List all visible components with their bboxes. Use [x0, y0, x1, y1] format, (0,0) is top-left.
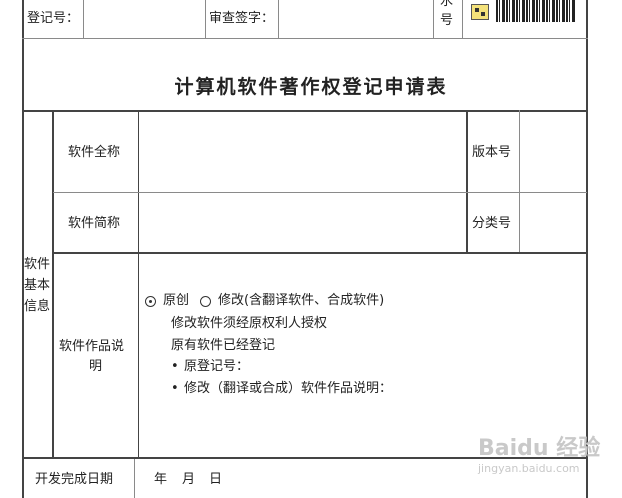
- version-field[interactable]: [521, 113, 585, 191]
- header-divider-3: [278, 0, 279, 38]
- section-label-2: 基本: [24, 278, 51, 293]
- form-title: 计算机软件著作权登记申请表: [174, 76, 448, 98]
- work-desc-label-2: 明: [89, 359, 103, 374]
- serial-label-2: 号: [440, 13, 454, 28]
- category-field[interactable]: [521, 194, 585, 252]
- work-desc-label-1: 软件作品说: [59, 339, 125, 354]
- option-original-label: 原创: [163, 293, 190, 308]
- day-label: 日: [209, 472, 223, 487]
- watermark-url: jingyan.baidu.com: [478, 462, 580, 475]
- note-registered: 原有软件已经登记: [171, 338, 276, 353]
- row2-bottom-line: [53, 252, 587, 254]
- version-label: 版本号: [472, 145, 512, 160]
- option-modified-label: 修改(含翻译软件、合成软件): [218, 293, 385, 308]
- section-label-3: 信息: [24, 299, 51, 314]
- year-label: 年: [154, 472, 168, 487]
- serial-label-1: 水: [440, 0, 454, 9]
- month-label: 月: [182, 472, 196, 487]
- short-name-label: 软件简称: [68, 216, 121, 231]
- bullet-icon: •: [171, 359, 179, 374]
- watermark-brand: Baidu 经验: [478, 436, 601, 461]
- bullet-mod-desc: 修改（翻译或合成）软件作品说明：: [184, 381, 393, 396]
- barcode-icon: [496, 0, 576, 22]
- reg-no-label: 登记号：: [27, 11, 80, 26]
- bullet-icon: •: [171, 381, 179, 396]
- section-col-line: [52, 110, 54, 459]
- header-divider-5: [462, 0, 463, 38]
- full-name-label: 软件全称: [68, 145, 121, 160]
- dev-date-divider: [134, 459, 135, 498]
- category-label: 分类号: [472, 216, 512, 231]
- version-col-left: [466, 110, 468, 253]
- title-bottom-line: [22, 110, 588, 112]
- review-sign-label: 审查签字：: [209, 11, 275, 26]
- qr-code-icon: [471, 4, 489, 20]
- dev-date-label: 开发完成日期: [35, 472, 114, 487]
- radio-selected-icon[interactable]: [145, 296, 156, 307]
- baidu-watermark: Baidu 经验 jingyan.baidu.com: [478, 430, 600, 475]
- header-divider-1: [83, 0, 84, 38]
- note-authorized: 修改软件须经原权利人授权: [171, 316, 328, 331]
- version-col-right: [519, 110, 520, 253]
- short-name-field[interactable]: [140, 194, 465, 252]
- section-label-1: 软件: [24, 257, 51, 272]
- bullet-orig-reg-no: 原登记号：: [184, 359, 250, 374]
- full-name-field[interactable]: [140, 113, 465, 191]
- row1-bottom-line: [53, 192, 587, 193]
- header-divider-2: [205, 0, 206, 38]
- header-divider-4: [433, 0, 434, 38]
- label-col-line: [138, 110, 139, 459]
- radio-empty-icon[interactable]: [200, 296, 211, 307]
- header-bottom-line: [22, 38, 588, 39]
